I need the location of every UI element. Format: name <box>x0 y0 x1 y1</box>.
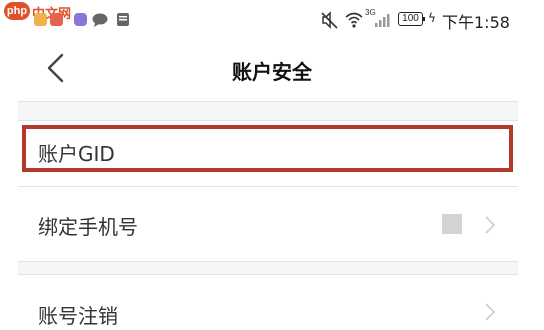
masked-phone-value <box>442 214 462 234</box>
watermark-logo-mark: php <box>4 2 30 20</box>
bind-phone-label: 绑定手机号 <box>38 215 138 239</box>
account-deletion-row[interactable]: 账号注销 <box>18 275 518 330</box>
wifi-icon <box>345 12 363 28</box>
section-gap <box>18 102 518 120</box>
account-deletion-label: 账号注销 <box>38 304 118 328</box>
notification-app-icon <box>117 13 129 26</box>
notification-app-icon <box>34 13 47 26</box>
mute-icon <box>321 11 338 29</box>
title-bar: 账户安全 <box>0 40 544 100</box>
battery-indicator: 100 <box>398 12 425 26</box>
highlight-box <box>22 125 513 172</box>
status-bar: php 中文网 3G 100 ϟ 下午1:58 <box>0 0 544 40</box>
page-title: 账户安全 <box>232 60 312 84</box>
bind-phone-row[interactable]: 绑定手机号 <box>18 187 518 261</box>
chat-bubble-icon <box>92 13 108 27</box>
section-gap <box>18 262 518 274</box>
status-time: 下午1:58 <box>442 13 510 32</box>
charging-icon: ϟ <box>428 11 436 25</box>
chevron-right-icon <box>485 303 496 321</box>
notification-app-icon <box>50 13 63 26</box>
cellular-signal-icon <box>375 14 390 27</box>
chevron-right-icon <box>485 216 496 234</box>
notification-app-icon <box>74 13 87 26</box>
